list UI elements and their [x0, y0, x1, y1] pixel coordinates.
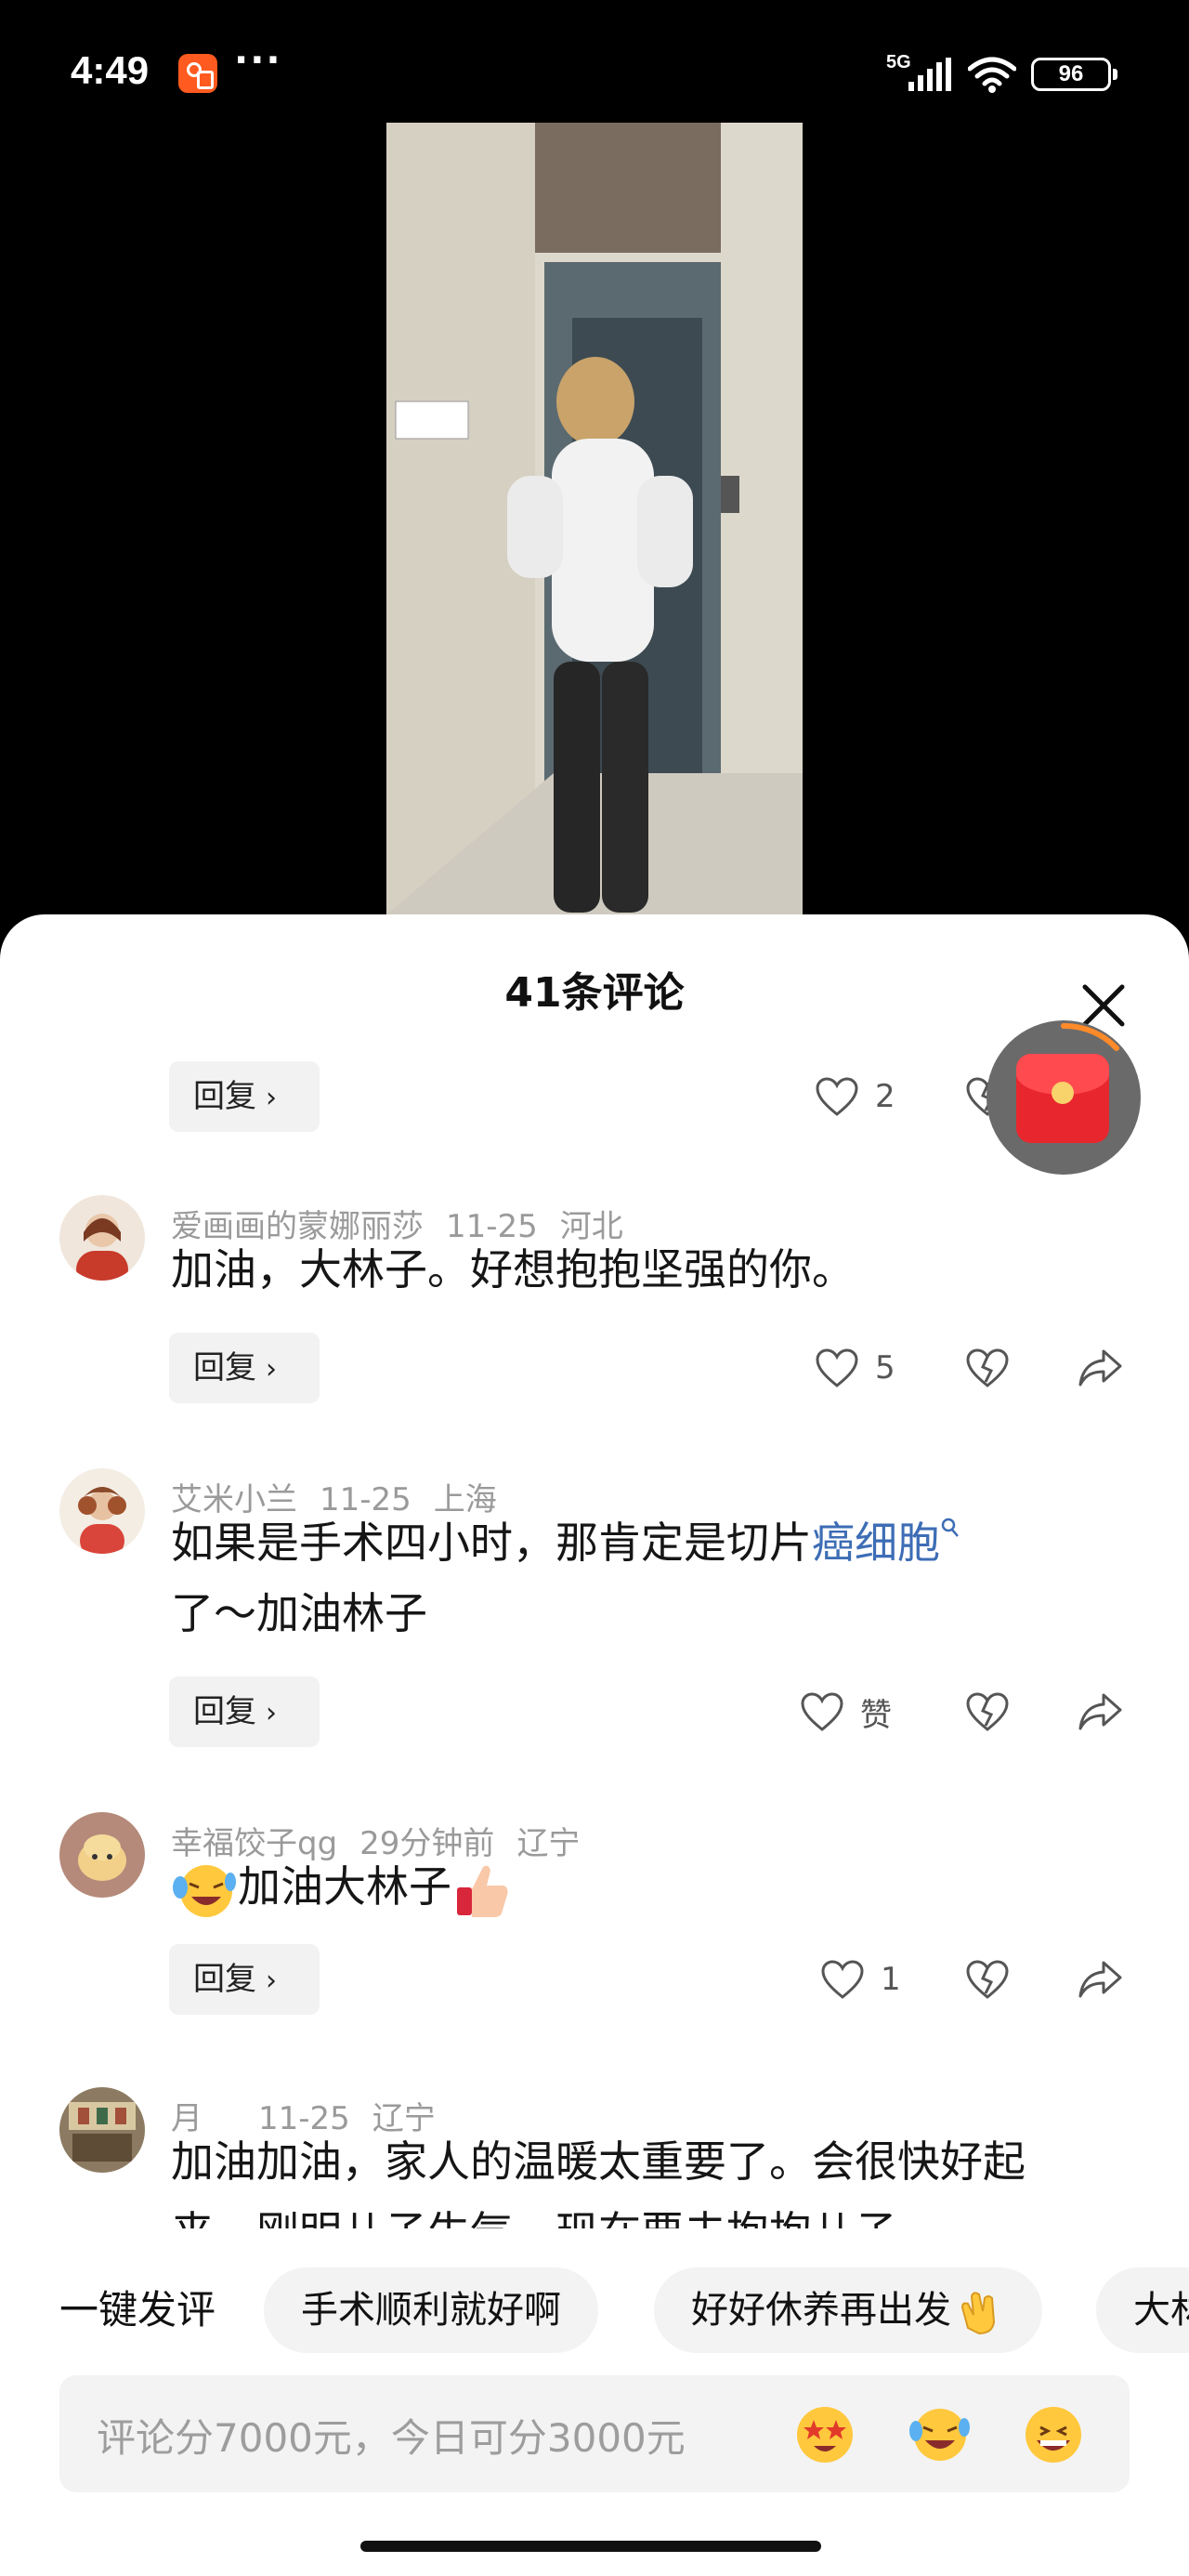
like-count: 赞 [860, 1696, 892, 1734]
avatar[interactable] [59, 1468, 145, 1554]
grin-emoji-icon[interactable] [1022, 2403, 1085, 2466]
reply-button[interactable]: 回复 › [169, 1676, 320, 1747]
video-player[interactable] [386, 123, 803, 914]
quick-reply-label: 一键发评 [59, 2287, 216, 2333]
share-icon [1078, 1961, 1122, 1998]
battery-icon: 96 [1031, 58, 1117, 91]
chevron-right-icon: › [266, 1965, 277, 1997]
video-frame-image [386, 123, 803, 914]
reply-label: 回复 [193, 1078, 256, 1115]
quick-reply-bar: 一键发评 手术顺利就好啊 好好休养再出发 大林 [0, 2267, 1189, 2353]
reply-button[interactable]: 回复 › [169, 1333, 320, 1403]
like-button[interactable]: 5 [816, 1333, 895, 1403]
avatar[interactable] [59, 1195, 145, 1281]
chevron-right-icon: › [266, 1697, 277, 1729]
broken-heart-icon [966, 1692, 1009, 1731]
heart-icon [801, 1692, 843, 1731]
comment-text-part: 如果是手术四小时，那肯定是切片 [171, 1518, 812, 1568]
broken-heart-icon [966, 1348, 1009, 1387]
share-button[interactable] [1078, 1944, 1130, 2015]
red-envelope-icon [1016, 1054, 1109, 1143]
battery-level: 96 [1058, 61, 1084, 86]
quick-reply-chip[interactable]: 大林 [1096, 2267, 1189, 2353]
search-icon[interactable] [940, 1517, 960, 1541]
comment-text: 加油加油，家人的温暖太重要了。会很快好起来，刚明儿子生气，现在要去抱抱儿子 [171, 2136, 1026, 2228]
reply-label: 回复 [193, 1961, 256, 1998]
laugh-cry-emoji-icon[interactable] [908, 2403, 972, 2466]
avatar[interactable] [59, 1812, 145, 1898]
like-button[interactable]: 赞 [801, 1676, 892, 1747]
quick-reply-chip[interactable]: 好好休养再出发 [654, 2267, 1042, 2353]
quick-reply-chip-label: 好好休养再出发 [691, 2289, 951, 2332]
comment-input[interactable]: 评论分7000元，今日可分3000元 [59, 2375, 1130, 2492]
reply-label: 回复 [193, 1349, 256, 1387]
clap-emoji-icon [960, 2292, 996, 2335]
like-button[interactable]: 1 [821, 1944, 901, 2015]
like-count: 5 [875, 1349, 895, 1387]
reply-label: 回复 [193, 1693, 256, 1730]
chevron-right-icon: › [266, 1353, 277, 1386]
comment-text: 加油大林子 [171, 1851, 1100, 1922]
reply-button[interactable]: 回复 › [169, 1061, 320, 1132]
share-button[interactable] [1078, 1676, 1130, 1747]
like-count: 2 [875, 1078, 895, 1115]
like-button[interactable]: 2 [816, 1061, 895, 1132]
chevron-right-icon: › [266, 1082, 277, 1114]
reply-button[interactable]: 回复 › [169, 1944, 320, 2015]
share-button[interactable] [1078, 1333, 1130, 1403]
search-link[interactable]: 癌细胞 [812, 1518, 940, 1568]
thumbs-up-emoji-icon [457, 1865, 508, 1917]
comment-input-placeholder: 评论分7000元，今日可分3000元 [97, 2415, 686, 2461]
dislike-button[interactable] [966, 1676, 1014, 1747]
dislike-button[interactable] [966, 1944, 1014, 2015]
share-icon [1078, 1693, 1122, 1730]
quick-reply-chip[interactable]: 手术顺利就好啊 [264, 2267, 598, 2353]
home-indicator[interactable] [360, 2541, 821, 2552]
comment-text-part: 了～加油林子 [171, 1588, 427, 1638]
like-count: 1 [881, 1961, 901, 1998]
heart-icon [821, 1960, 864, 1999]
red-packet-button[interactable] [986, 1020, 1141, 1175]
comment-count-title: 41条评论 [504, 969, 685, 1017]
heart-icon [816, 1348, 858, 1387]
heart-icon [816, 1077, 858, 1116]
app-logo-icon [178, 54, 217, 93]
dislike-button[interactable] [966, 1333, 1014, 1403]
comment-text-clip: 加油加油，家人的温暖太重要了。会很快好起来，刚明儿子生气，现在要去抱抱儿子 [171, 2126, 1100, 2228]
signal-icon [908, 58, 951, 91]
more-icon: ··· [234, 39, 282, 82]
share-icon [1078, 1349, 1122, 1387]
wifi-icon [968, 57, 1016, 93]
status-time: 4:49 [71, 48, 150, 92]
comment-text: 加油，大林子。好想抱抱坚强的你。 [171, 1244, 855, 1295]
comment-text: 如果是手术四小时，那肯定是切片癌细胞了～加油林子 [171, 1507, 1100, 1649]
laugh-cry-emoji-icon [173, 1864, 236, 1917]
network-type: 5G [886, 52, 911, 72]
avatar[interactable] [59, 2087, 145, 2173]
star-eyes-emoji-icon[interactable] [793, 2403, 856, 2466]
comment-text-part: 加油大林子 [238, 1861, 451, 1912]
broken-heart-icon [966, 1960, 1009, 1999]
